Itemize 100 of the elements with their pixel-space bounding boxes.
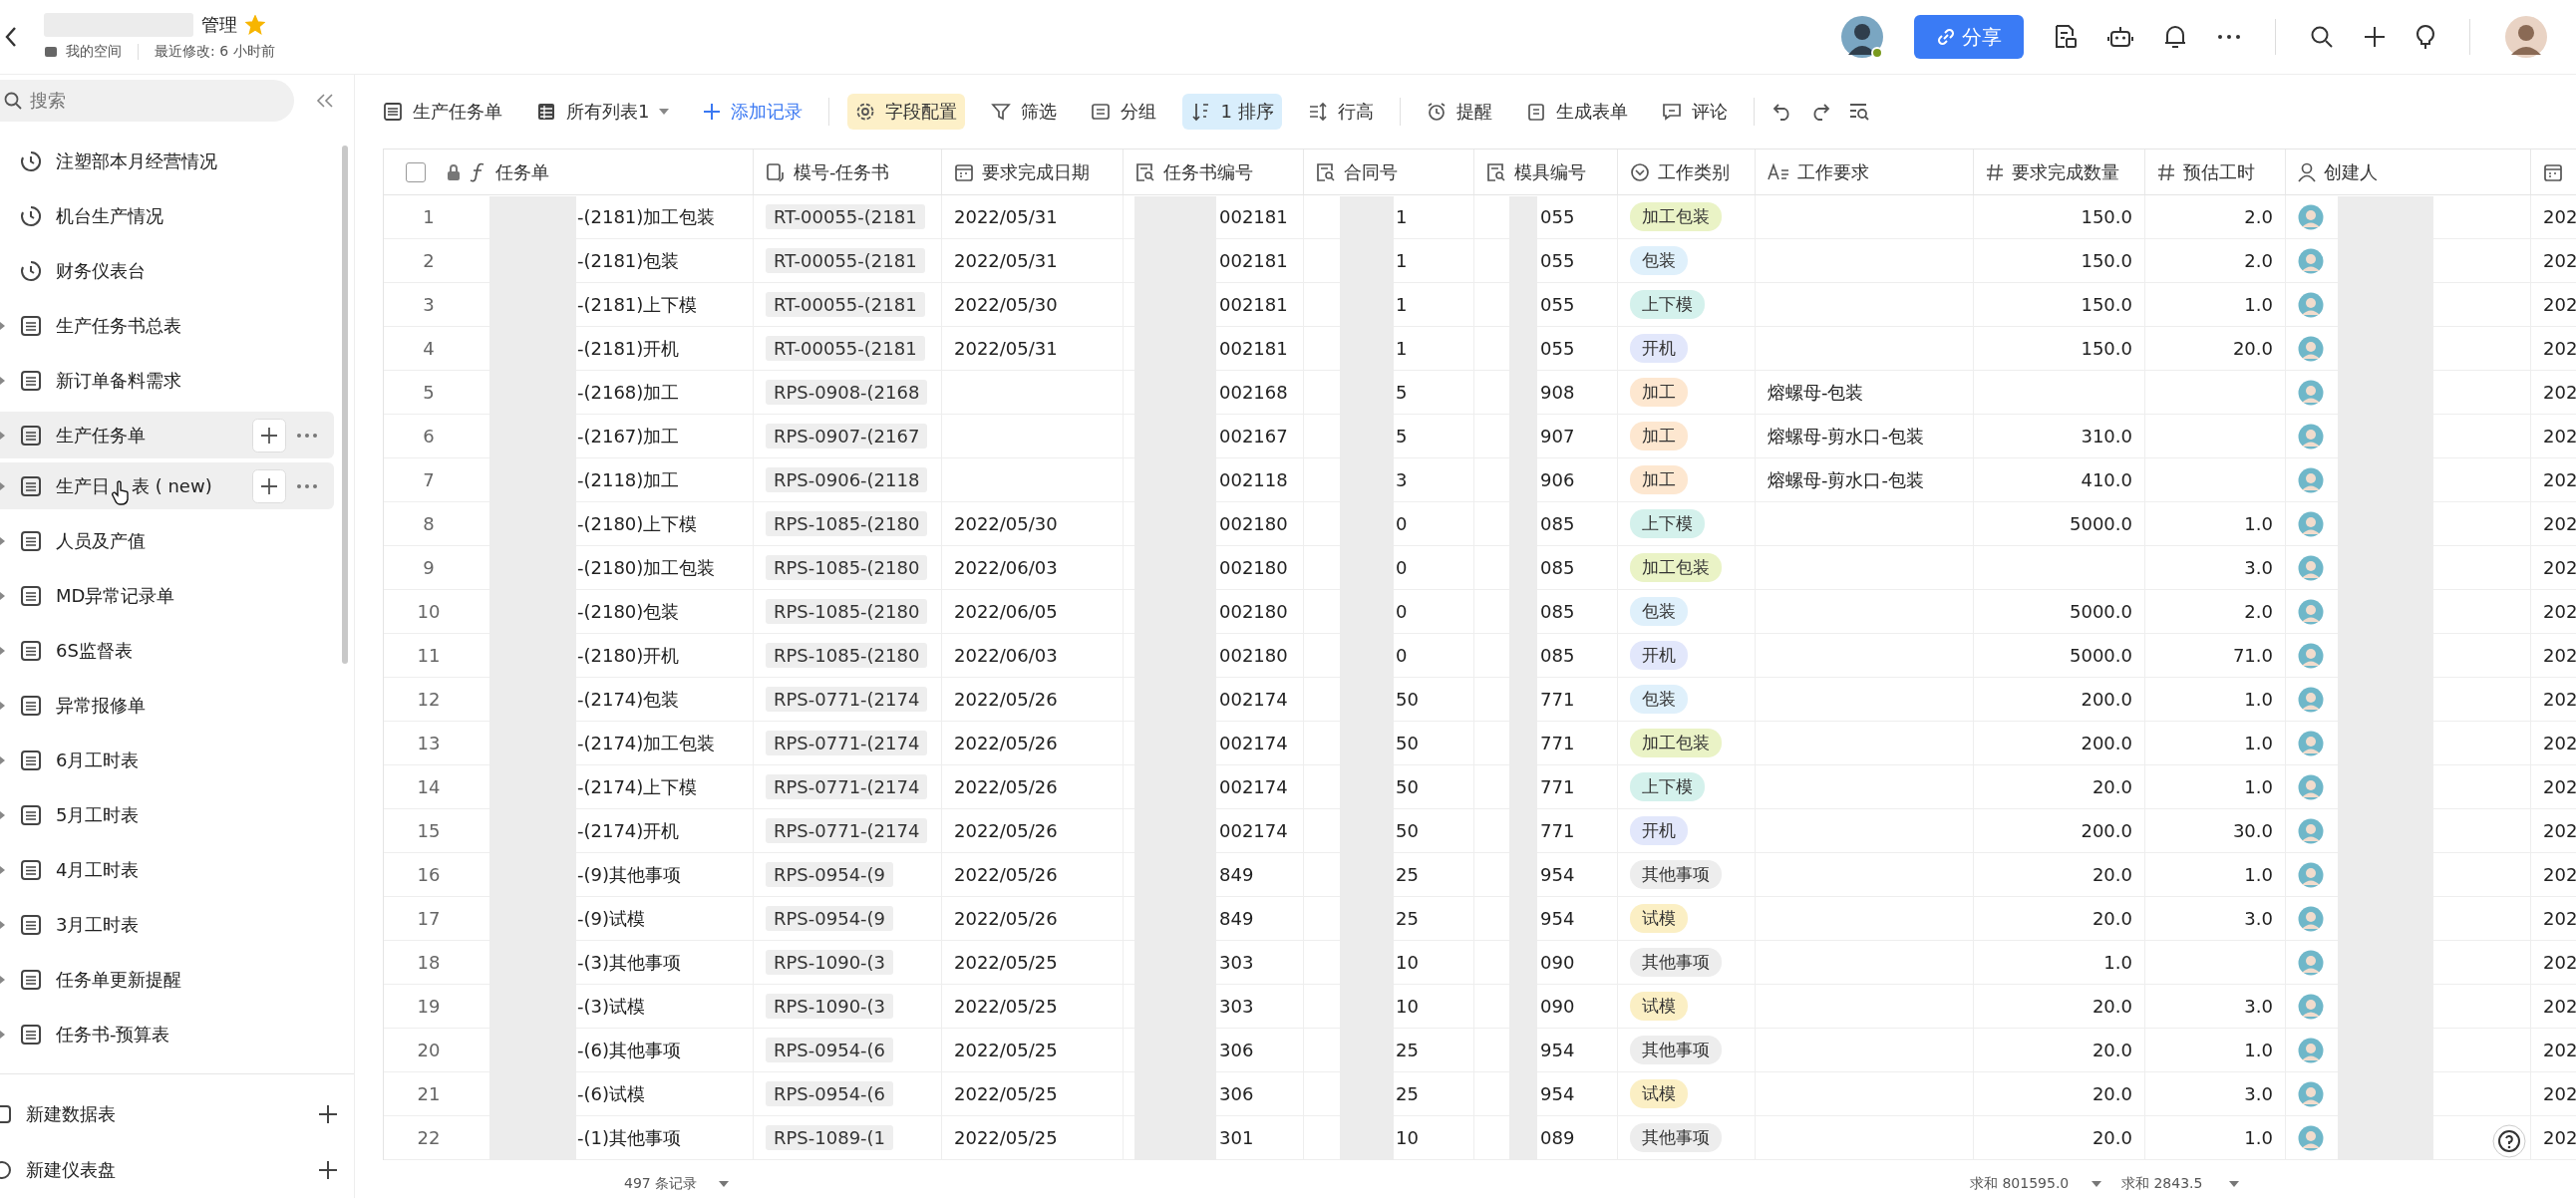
column-header[interactable]: 预估工时 — [2145, 150, 2286, 195]
linked-record[interactable]: RPS-0771-(2174 — [766, 731, 928, 755]
sidebar-item[interactable]: 生产日 表 ( new) — [0, 462, 334, 509]
sidebar-item[interactable]: 人员及产值 — [0, 513, 334, 568]
sidebar-item[interactable]: 机台生产情况 — [0, 188, 334, 243]
sidebar-item[interactable]: 新订单备料需求 — [0, 353, 334, 408]
bell-icon[interactable] — [2163, 24, 2187, 50]
search-icon[interactable] — [2310, 25, 2334, 49]
sidebar-item[interactable]: 6月工时表 — [0, 733, 334, 787]
linked-record[interactable]: RPS-0954-(9 — [766, 906, 894, 931]
expand-arrow-icon[interactable] — [0, 480, 6, 491]
plus-icon[interactable] — [2364, 26, 2386, 48]
robot-icon[interactable] — [2107, 25, 2133, 49]
sidebar-item[interactable]: MD异常记录单 — [0, 568, 334, 623]
help-icon[interactable] — [2492, 1124, 2526, 1158]
column-header[interactable]: 工作要求 — [1756, 150, 1974, 195]
toolbar-button[interactable]: 评论 — [1653, 94, 1736, 130]
add-icon[interactable] — [318, 1160, 338, 1180]
expand-arrow-icon[interactable] — [0, 974, 6, 985]
toolbar-button[interactable]: 生成表单 — [1517, 94, 1636, 130]
sidebar-item[interactable]: 3月工时表 — [0, 897, 334, 952]
expand-arrow-icon[interactable] — [0, 1029, 6, 1040]
add-icon[interactable] — [318, 1104, 338, 1124]
column-header[interactable]: 创建人 — [2286, 150, 2531, 195]
expand-arrow-icon[interactable] — [0, 754, 6, 765]
expand-arrow-icon[interactable] — [0, 430, 6, 441]
linked-record[interactable]: RT-00055-(2181 — [766, 204, 925, 229]
toolbar-button[interactable]: 行高 — [1299, 94, 1382, 130]
record-count[interactable]: 497 条记录 — [624, 1175, 698, 1193]
sidebar-item[interactable]: 注塑部本月经营情况 — [0, 134, 334, 188]
caret-icon[interactable] — [2092, 1180, 2101, 1188]
select-all-checkbox[interactable] — [406, 161, 426, 182]
toolbar-button[interactable]: 提醒 — [1418, 94, 1500, 130]
sum-value[interactable]: 求和 801595.0 — [1970, 1175, 2070, 1193]
linked-record[interactable]: RPS-0954-(6 — [766, 1081, 894, 1106]
column-header[interactable]: 要求完成日期 — [942, 150, 1124, 195]
more-icon[interactable] — [2217, 34, 2241, 40]
linked-record[interactable]: RPS-1090-(3 — [766, 994, 894, 1019]
linked-record[interactable]: RPS-0771-(2174 — [766, 687, 928, 712]
linked-record[interactable]: RPS-0771-(2174 — [766, 818, 928, 843]
column-header[interactable]: 工作类别 — [1618, 150, 1756, 195]
linked-record[interactable]: RPS-0954-(9 — [766, 862, 894, 887]
toolbar-button[interactable]: 筛选 — [983, 94, 1066, 130]
caret-icon[interactable] — [2229, 1180, 2239, 1188]
expand-arrow-icon[interactable] — [0, 700, 6, 711]
toolbar-button[interactable]: 分组 — [1083, 94, 1165, 130]
linked-record[interactable]: RPS-1090-(3 — [766, 950, 894, 975]
linked-record[interactable]: RPS-1089-(1 — [766, 1125, 894, 1150]
sidebar-item[interactable]: 生产任务书总表 — [0, 298, 334, 353]
new-item-row[interactable]: 新建数据表 — [0, 1086, 354, 1142]
linked-record[interactable]: RPS-0908-(2168 — [766, 380, 928, 405]
expand-arrow-icon[interactable] — [0, 919, 6, 930]
caret-icon[interactable] — [719, 1180, 729, 1188]
sum-value[interactable]: 求和 2843.5 — [2121, 1175, 2203, 1193]
expand-arrow-icon[interactable] — [0, 864, 6, 875]
new-item-row[interactable]: 新建仪表盘 — [0, 1142, 354, 1198]
sidebar-item[interactable]: 生产任务单 — [0, 412, 334, 458]
star-icon[interactable] — [245, 15, 265, 35]
expand-arrow-icon[interactable] — [0, 809, 6, 820]
space-link[interactable]: 我的空间 — [66, 43, 122, 61]
linked-record[interactable]: RPS-1085-(2180 — [766, 511, 928, 536]
sidebar-item[interactable]: 任务单更新提醒 — [0, 952, 334, 1007]
linked-record[interactable]: RPS-0906-(2118 — [766, 467, 928, 492]
sidebar-item[interactable]: 6S监督表 — [0, 623, 334, 678]
toolbar-button[interactable]: 添加记录 — [695, 94, 811, 130]
column-header[interactable]: 模号-任务书 — [754, 150, 942, 195]
toolbar-button[interactable]: 字段配置 — [847, 94, 966, 130]
expand-arrow-icon[interactable] — [0, 590, 6, 601]
linked-record[interactable]: RPS-1085-(2180 — [766, 555, 928, 580]
document-lock-icon[interactable] — [2054, 24, 2078, 50]
sidebar-item[interactable]: 财务仪表台 — [0, 243, 334, 298]
sidebar-item[interactable]: 任务书-预算表 — [0, 1007, 334, 1061]
linked-record[interactable]: RT-00055-(2181 — [766, 292, 925, 317]
expand-arrow-icon[interactable] — [0, 320, 6, 331]
collapse-icon[interactable] — [316, 92, 334, 109]
lightbulb-icon[interactable] — [2415, 24, 2435, 50]
back-icon[interactable] — [4, 26, 18, 48]
linked-record[interactable]: RT-00055-(2181 — [766, 248, 925, 273]
user-avatar[interactable] — [2504, 15, 2548, 59]
expand-arrow-icon[interactable] — [0, 535, 6, 546]
linked-record[interactable]: RPS-0954-(6 — [766, 1038, 894, 1062]
column-header[interactable]: 模具编号 — [1474, 150, 1618, 195]
sidebar-item[interactable]: 5月工时表 — [0, 787, 334, 842]
column-header[interactable]: 合同号 — [1304, 150, 1474, 195]
sidebar-item[interactable]: 异常报修单 — [0, 678, 334, 733]
column-header[interactable]: 要求完成数量 — [1974, 150, 2145, 195]
linked-record[interactable]: RPS-0907-(2167 — [766, 424, 928, 449]
share-button[interactable]: 分享 — [1914, 15, 2024, 59]
toolbar-button[interactable]: 生产任务单 — [375, 94, 510, 130]
toolbar-button[interactable]: 所有列表1 — [528, 94, 678, 130]
collaborator-avatar[interactable] — [1840, 15, 1884, 59]
toolbar-button[interactable]: 1 排序 — [1182, 94, 1282, 130]
column-header[interactable]: 任务单 — [384, 150, 754, 195]
search-field[interactable]: 搜索 — [0, 79, 294, 122]
column-header[interactable]: 任务书编号 — [1124, 150, 1304, 195]
expand-arrow-icon[interactable] — [0, 645, 6, 656]
linked-record[interactable]: RPS-1085-(2180 — [766, 643, 928, 668]
sidebar-item[interactable]: 4月工时表 — [0, 842, 334, 897]
expand-arrow-icon[interactable] — [0, 375, 6, 386]
find-icon[interactable] — [1847, 102, 1870, 122]
